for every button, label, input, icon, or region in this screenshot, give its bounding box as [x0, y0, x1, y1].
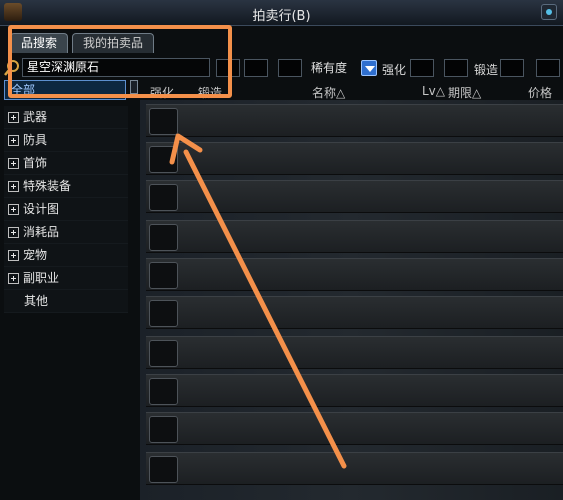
forge-max-field[interactable] — [536, 59, 560, 77]
enhance-max-field[interactable] — [444, 59, 468, 77]
item-slot[interactable] — [149, 416, 178, 443]
expand-icon[interactable] — [8, 157, 19, 169]
expand-icon[interactable] — [8, 134, 19, 146]
result-list — [140, 100, 563, 500]
category-weapon[interactable]: 武器 — [4, 106, 128, 129]
category-consumable[interactable]: 消耗品 — [4, 221, 128, 244]
category-label: 副职业 — [23, 270, 60, 285]
expand-icon[interactable] — [8, 226, 19, 238]
expand-icon[interactable] — [8, 272, 19, 284]
rarity-select[interactable]: 稀有度 — [305, 58, 377, 78]
expand-icon[interactable] — [8, 203, 19, 215]
category-accessory[interactable]: 首饰 — [4, 152, 128, 175]
category-label: 设计图 — [23, 201, 60, 216]
item-slot[interactable] — [149, 224, 178, 251]
result-row[interactable] — [146, 142, 563, 175]
item-slot[interactable] — [149, 456, 178, 483]
tab-my-auctions[interactable]: 我的拍卖品 — [72, 33, 155, 53]
category-other[interactable]: 其他 — [4, 290, 128, 313]
forge-min-field[interactable] — [500, 59, 524, 77]
result-row[interactable] — [146, 336, 563, 369]
expand-icon[interactable] — [8, 111, 19, 123]
result-row[interactable] — [146, 412, 563, 445]
item-slot[interactable] — [149, 262, 178, 289]
category-label: 消耗品 — [23, 224, 60, 239]
close-icon[interactable] — [541, 4, 557, 20]
grade-field[interactable] — [278, 59, 302, 77]
category-blueprint[interactable]: 设计图 — [4, 198, 128, 221]
result-column-header: 强化 锻造 名称△ Lv△ 期限△ 价格(金 — [140, 82, 563, 117]
result-row[interactable] — [146, 104, 563, 137]
column-forge[interactable]: 锻造 — [198, 84, 222, 101]
category-special-equipment[interactable]: 特殊装备 — [4, 175, 128, 198]
chevron-down-icon[interactable] — [361, 60, 377, 76]
category-all[interactable]: 全部 — [4, 80, 126, 100]
level-max-field[interactable] — [244, 59, 268, 77]
item-slot[interactable] — [149, 108, 178, 135]
category-label: 其他 — [24, 293, 49, 308]
search-row: 星空深渊原石 稀有度 强化 锻造 — [0, 56, 563, 80]
rarity-label: 稀有度 — [311, 61, 348, 75]
level-min-field[interactable] — [216, 59, 240, 77]
item-slot[interactable] — [149, 300, 178, 327]
item-slot[interactable] — [149, 184, 178, 211]
category-label: 武器 — [23, 109, 48, 124]
category-label: 特殊装备 — [23, 178, 72, 193]
enhance-label: 强化 — [382, 63, 407, 77]
column-level[interactable]: Lv△ — [422, 84, 445, 98]
result-row[interactable] — [146, 374, 563, 407]
result-row[interactable] — [146, 180, 563, 213]
sidebar-scroll-handle[interactable] — [130, 80, 138, 94]
result-row[interactable] — [146, 220, 563, 253]
result-row[interactable] — [146, 296, 563, 329]
expand-icon[interactable] — [8, 249, 19, 261]
category-label: 首饰 — [23, 155, 48, 170]
category-sidebar: 全部 武器 防具 首饰 特殊装备 设计图 消耗品 宠物 副职业 其他 — [4, 80, 128, 500]
search-input[interactable]: 星空深渊原石 — [22, 58, 210, 77]
title-bar: 拍卖行(B) — [0, 0, 563, 26]
column-name[interactable]: 名称△ — [312, 84, 345, 101]
column-period[interactable]: 期限△ — [448, 84, 481, 101]
enhance-min-field[interactable] — [410, 59, 434, 77]
forge-label: 锻造 — [474, 63, 499, 77]
column-enhance[interactable]: 强化 — [150, 84, 174, 101]
result-row[interactable] — [146, 258, 563, 291]
item-slot[interactable] — [149, 340, 178, 367]
category-label: 宠物 — [23, 247, 48, 262]
category-pet[interactable]: 宠物 — [4, 244, 128, 267]
category-sub-profession[interactable]: 副职业 — [4, 267, 128, 290]
item-slot[interactable] — [149, 378, 178, 405]
tab-item-search[interactable]: 品搜索 — [10, 33, 69, 53]
search-icon[interactable] — [3, 59, 21, 77]
window-title: 拍卖行(B) — [252, 9, 311, 24]
expand-icon[interactable] — [8, 180, 19, 192]
category-label: 防具 — [23, 132, 48, 147]
category-armor[interactable]: 防具 — [4, 129, 128, 152]
tab-bar: 品搜索 我的拍卖品 — [10, 33, 155, 53]
result-row[interactable] — [146, 452, 563, 485]
item-slot[interactable] — [149, 146, 178, 173]
